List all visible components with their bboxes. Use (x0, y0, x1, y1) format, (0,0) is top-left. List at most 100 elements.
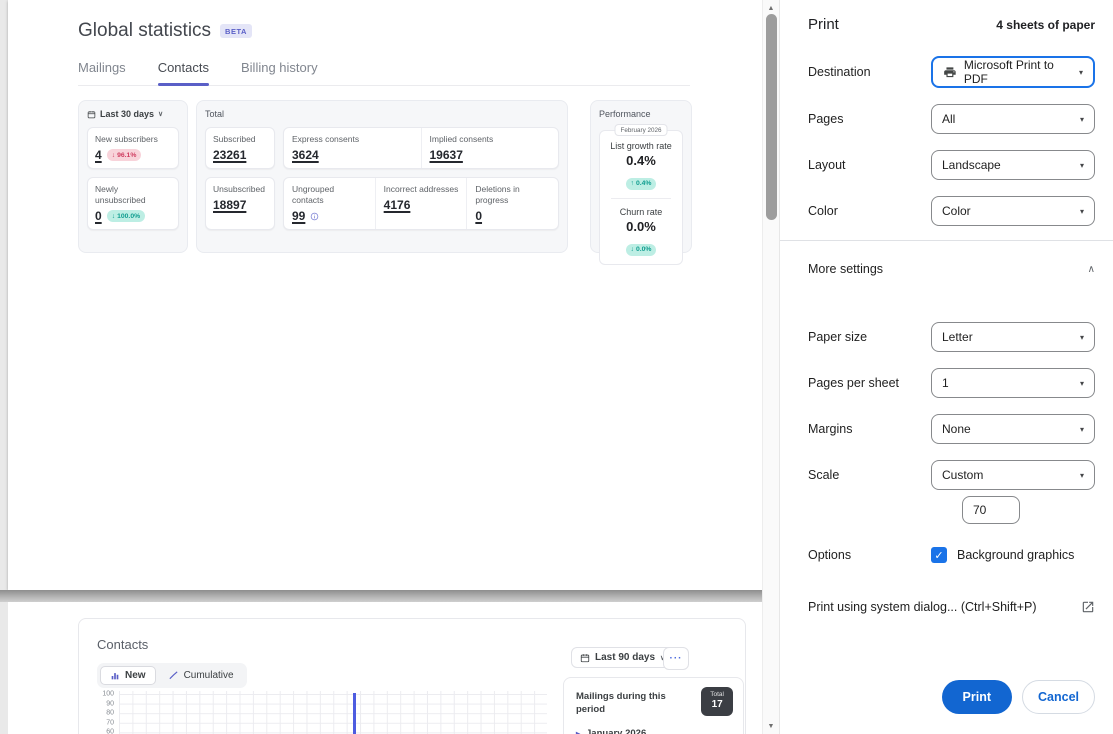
stat-label: Subscribed (213, 134, 267, 145)
cancel-button[interactable]: Cancel (1022, 680, 1095, 714)
arrow-up-icon: ↑ (631, 180, 634, 187)
consents-card: Express consents 3624 Implied consents 1… (283, 127, 559, 169)
scroll-down-button[interactable]: ▼ (763, 719, 779, 733)
arrow-down-icon: ↓ (112, 213, 115, 220)
margins-select[interactable]: None ▾ (931, 414, 1095, 444)
system-dialog-text: Print using system dialog... (Ctrl+Shift… (808, 600, 1037, 614)
y-axis-tick: 90 (106, 700, 114, 707)
print-dialog-title: Print (808, 16, 839, 33)
calendar-icon (87, 110, 96, 119)
preview-scrollbar[interactable]: ▲ ▼ (762, 0, 779, 734)
stat-label: Incorrect addresses (384, 184, 459, 195)
y-axis-tick: 80 (106, 710, 114, 717)
performance-month: February 2026 (615, 124, 668, 136)
stat-value-link[interactable]: 4176 (384, 198, 411, 212)
stat-value-link[interactable]: 0 (95, 209, 102, 223)
period-selector[interactable]: Last 30 days ∨ (87, 109, 179, 119)
destination-label: Destination (808, 65, 871, 79)
period-selector-label: Last 30 days (100, 109, 154, 119)
stat-value-link[interactable]: 18897 (213, 198, 246, 212)
y-axis-tick: 100 (102, 691, 114, 698)
toggle-cumulative[interactable]: Cumulative (158, 666, 244, 685)
open-in-new-icon (1081, 600, 1095, 614)
trend-value: 0.4% (636, 180, 652, 187)
tab-mailings[interactable]: Mailings (78, 60, 126, 75)
arrow-down-icon: ↓ (112, 152, 115, 159)
trend-badge: ↓96.1% (107, 149, 142, 161)
color-select[interactable]: Color ▾ (931, 196, 1095, 226)
beta-badge: BETA (220, 24, 252, 38)
layout-select[interactable]: Landscape ▾ (931, 150, 1095, 180)
info-icon[interactable] (310, 212, 319, 221)
divider (780, 240, 1113, 241)
paper-size-label: Paper size (808, 330, 867, 344)
stat-value-link[interactable]: 19637 (430, 148, 463, 162)
tab-billing-history[interactable]: Billing history (241, 60, 318, 75)
layout-value: Landscape (942, 158, 1001, 172)
contacts-issues-card: Ungrouped contacts 99 Incorrect addresse… (283, 177, 559, 230)
contacts-chart: 100 90 80 70 60 (119, 691, 547, 734)
destination-value: Microsoft Print to PDF (964, 58, 1072, 86)
system-dialog-link[interactable]: Print using system dialog... (Ctrl+Shift… (808, 592, 1095, 622)
metric-label: Churn rate (605, 207, 677, 217)
stat-cell-incorrect-addresses: Incorrect addresses 4176 (375, 178, 467, 229)
stat-value-link[interactable]: 23261 (213, 148, 246, 162)
chart-period-selector[interactable]: Last 90 days ∨ (571, 647, 674, 668)
margins-value: None (942, 422, 971, 436)
total-badge-value: 17 (710, 699, 724, 712)
more-settings-toggle[interactable]: More settings ∧ (808, 254, 1095, 284)
scroll-up-button[interactable]: ▲ (763, 1, 779, 15)
chart-bar (353, 693, 356, 734)
month-accordion-item[interactable]: ▸ January 2026 (576, 728, 646, 734)
trend-value: 96.1% (117, 152, 136, 159)
scrollbar-thumb[interactable] (766, 14, 777, 220)
stat-cell-express-consents: Express consents 3624 (284, 128, 421, 168)
caret-down-icon: ▾ (1080, 471, 1084, 480)
stat-label: Ungrouped contacts (292, 184, 367, 206)
total-group: Total Subscribed 23261 Express consents … (196, 100, 568, 253)
more-options-button[interactable]: ··· (663, 647, 689, 670)
trend-badge: ↓100.0% (107, 210, 145, 222)
pages-value: All (942, 112, 955, 126)
total-badge-label: Total (710, 691, 724, 699)
stat-value-link[interactable]: 99 (292, 209, 305, 223)
total-group-title: Total (205, 109, 559, 119)
stat-label: Express consents (292, 134, 413, 145)
stat-value-link[interactable]: 4 (95, 148, 102, 162)
scale-select[interactable]: Custom ▾ (931, 460, 1095, 490)
metric-value: 0.4% (605, 153, 677, 168)
stat-value-link[interactable]: 0 (475, 209, 482, 223)
paper-size-select[interactable]: Letter ▾ (931, 322, 1095, 352)
tab-contacts[interactable]: Contacts (158, 60, 209, 75)
arrow-down-icon: ↓ (631, 246, 634, 253)
total-badge: Total 17 (701, 687, 733, 716)
pages-per-sheet-label: Pages per sheet (808, 376, 899, 390)
print-button[interactable]: Print (942, 680, 1012, 714)
trend-value: 100.0% (117, 213, 140, 220)
preview-page-2: Contacts New Cumulative Last 90 days ∨ ·… (8, 602, 762, 734)
color-value: Color (942, 204, 971, 218)
stats-tabs: Mailings Contacts Billing history (78, 60, 690, 86)
stat-cell-deletions-in-progress: Deletions in progress 0 (466, 178, 558, 229)
scale-label: Scale (808, 468, 839, 482)
pages-per-sheet-select[interactable]: 1 ▾ (931, 368, 1095, 398)
destination-select[interactable]: Microsoft Print to PDF ▾ (931, 56, 1095, 88)
printer-icon (943, 65, 957, 80)
page-title: Global statistics BETA (78, 20, 252, 42)
mailings-side-panel: Mailings during this period Total 17 ▸ J… (563, 677, 744, 734)
contacts-chart-card: Contacts New Cumulative Last 90 days ∨ ·… (78, 618, 746, 734)
performance-group: Performance February 2026 List growth ra… (590, 100, 692, 253)
caret-down-icon: ▾ (1079, 68, 1083, 77)
stat-card-newly-unsubscribed: Newly unsubscribed 0 ↓100.0% (87, 177, 179, 230)
chevron-down-icon: ∨ (158, 110, 163, 118)
toggle-new[interactable]: New (100, 666, 156, 685)
layout-label: Layout (808, 158, 846, 172)
custom-scale-input[interactable] (962, 496, 1020, 524)
caret-down-icon: ▾ (1080, 161, 1084, 170)
divider (611, 198, 671, 199)
pages-select[interactable]: All ▾ (931, 104, 1095, 134)
background-graphics-checkbox[interactable]: ✓ (931, 547, 947, 563)
scale-value: Custom (942, 468, 983, 482)
options-label: Options (808, 548, 851, 562)
stat-value-link[interactable]: 3624 (292, 148, 319, 162)
